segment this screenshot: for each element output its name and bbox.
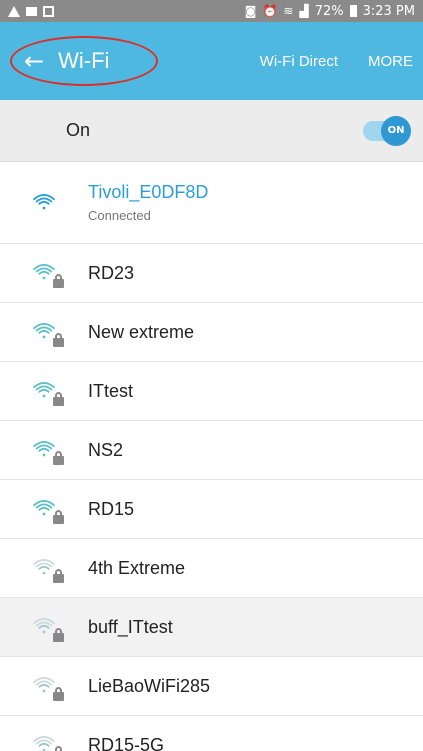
more-button[interactable]: MORE xyxy=(368,53,413,70)
network-item[interactable]: LieBaoWiFi285 xyxy=(0,657,423,716)
wifi-toggle-switch[interactable]: ON xyxy=(363,115,411,146)
network-text: NS2 xyxy=(88,440,123,461)
network-list: Tivoli_E0DF8D Connected RD23 New extreme ITt… xyxy=(0,162,423,751)
network-item[interactable]: 4th Extreme xyxy=(0,539,423,598)
network-text: buff_ITtest xyxy=(88,617,173,638)
status-bar: ◙ ⏰ ≋ ▟ 72% 3:23 PM xyxy=(0,0,423,22)
network-name: ITtest xyxy=(88,380,134,401)
warning-icon xyxy=(8,5,20,17)
highlight-circle xyxy=(10,36,158,86)
network-text: LieBaoWiFi285 xyxy=(88,676,210,697)
back-button[interactable]: ← Wi-Fi xyxy=(10,36,158,86)
network-name: RD23 xyxy=(88,262,135,283)
action-bar: ← Wi-Fi Wi-Fi Direct MORE xyxy=(0,22,423,100)
wifi-locked-icon xyxy=(30,553,66,583)
wifi-locked-icon xyxy=(30,435,66,465)
wifi-icon xyxy=(30,188,66,218)
network-item[interactable]: buff_ITtest xyxy=(0,598,423,657)
signal-icon: ▟ xyxy=(299,4,309,18)
lock-icon xyxy=(53,451,64,465)
network-name: NS2 xyxy=(88,439,124,460)
network-item[interactable]: Tivoli_E0DF8D Connected xyxy=(0,162,423,244)
network-text: RD15-5G xyxy=(88,735,164,751)
toggle-knob: ON xyxy=(381,115,411,146)
network-name: LieBaoWiFi285 xyxy=(88,675,211,696)
wifi-locked-icon xyxy=(30,258,66,288)
alarm-icon: ⏰ xyxy=(262,4,278,18)
clock: 3:23 PM xyxy=(362,3,415,19)
status-right-icons: ◙ ⏰ ≋ ▟ 72% 3:23 PM xyxy=(245,4,415,19)
network-status: Connected xyxy=(88,208,151,223)
network-text: New extreme xyxy=(88,322,194,343)
lock-icon xyxy=(53,333,64,347)
lock-icon xyxy=(53,510,64,524)
network-text: 4th Extreme xyxy=(88,558,185,579)
network-name: New extreme xyxy=(88,321,195,342)
network-text: ITtest xyxy=(88,381,133,402)
wifi-toggle-row[interactable]: On ON xyxy=(0,100,423,162)
network-name: 4th Extreme xyxy=(88,557,186,578)
network-item[interactable]: New extreme xyxy=(0,303,423,362)
network-name: RD15 xyxy=(88,498,135,519)
wifi-locked-icon xyxy=(30,671,66,701)
network-text: RD15 xyxy=(88,499,134,520)
battery-icon xyxy=(349,5,357,17)
network-item[interactable]: ITtest xyxy=(0,362,423,421)
lock-icon xyxy=(53,274,64,288)
status-left-icons xyxy=(8,5,54,17)
nfc-icon: ◙ xyxy=(244,4,257,18)
network-name: RD15-5G xyxy=(88,734,165,751)
action-bar-actions: Wi-Fi Direct MORE xyxy=(260,53,423,70)
wifi-locked-icon xyxy=(30,730,66,751)
network-item[interactable]: RD23 xyxy=(0,244,423,303)
lock-icon xyxy=(53,687,64,701)
network-item[interactable]: NS2 xyxy=(0,421,423,480)
network-name: buff_ITtest xyxy=(88,616,173,637)
notification-icon xyxy=(26,6,37,16)
lock-icon xyxy=(53,569,64,583)
battery-percent: 72% xyxy=(314,3,344,19)
lock-icon xyxy=(53,392,64,406)
image-icon xyxy=(43,5,54,17)
wifi-status-icon: ≋ xyxy=(283,4,294,18)
wifi-locked-icon xyxy=(30,317,66,347)
wifi-locked-icon xyxy=(30,376,66,406)
lock-icon xyxy=(53,628,64,642)
wifi-direct-button[interactable]: Wi-Fi Direct xyxy=(260,53,338,70)
network-item[interactable]: RD15-5G xyxy=(0,716,423,751)
network-item[interactable]: RD15 xyxy=(0,480,423,539)
wifi-locked-icon xyxy=(30,494,66,524)
network-text: RD23 xyxy=(88,263,134,284)
network-text: Tivoli_E0DF8D Connected xyxy=(88,182,208,223)
wifi-toggle-label: On xyxy=(66,120,91,140)
wifi-locked-icon xyxy=(30,612,66,642)
network-name: Tivoli_E0DF8D xyxy=(88,182,209,202)
